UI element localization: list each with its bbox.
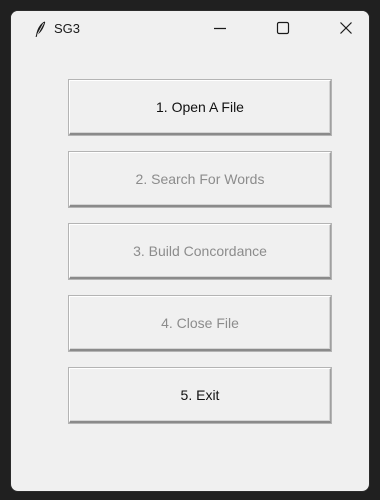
build-concordance-button[interactable]: 3. Build Concordance: [69, 224, 331, 279]
window-title: SG3: [54, 21, 81, 36]
open-file-button[interactable]: 1. Open A File: [69, 80, 331, 135]
app-window: SG3 1. Open A File 2. Search For Words 3…: [10, 10, 370, 492]
exit-button[interactable]: 5. Exit: [69, 368, 331, 423]
maximize-icon: [276, 21, 290, 35]
title-bar[interactable]: SG3: [11, 11, 369, 47]
feather-icon: [31, 20, 49, 38]
close-button[interactable]: [323, 11, 369, 45]
close-file-button[interactable]: 4. Close File: [69, 296, 331, 351]
close-icon: [339, 21, 353, 35]
minimize-icon: [213, 21, 227, 35]
search-words-button[interactable]: 2. Search For Words: [69, 152, 331, 207]
maximize-button[interactable]: [260, 11, 306, 45]
minimize-button[interactable]: [197, 11, 243, 45]
